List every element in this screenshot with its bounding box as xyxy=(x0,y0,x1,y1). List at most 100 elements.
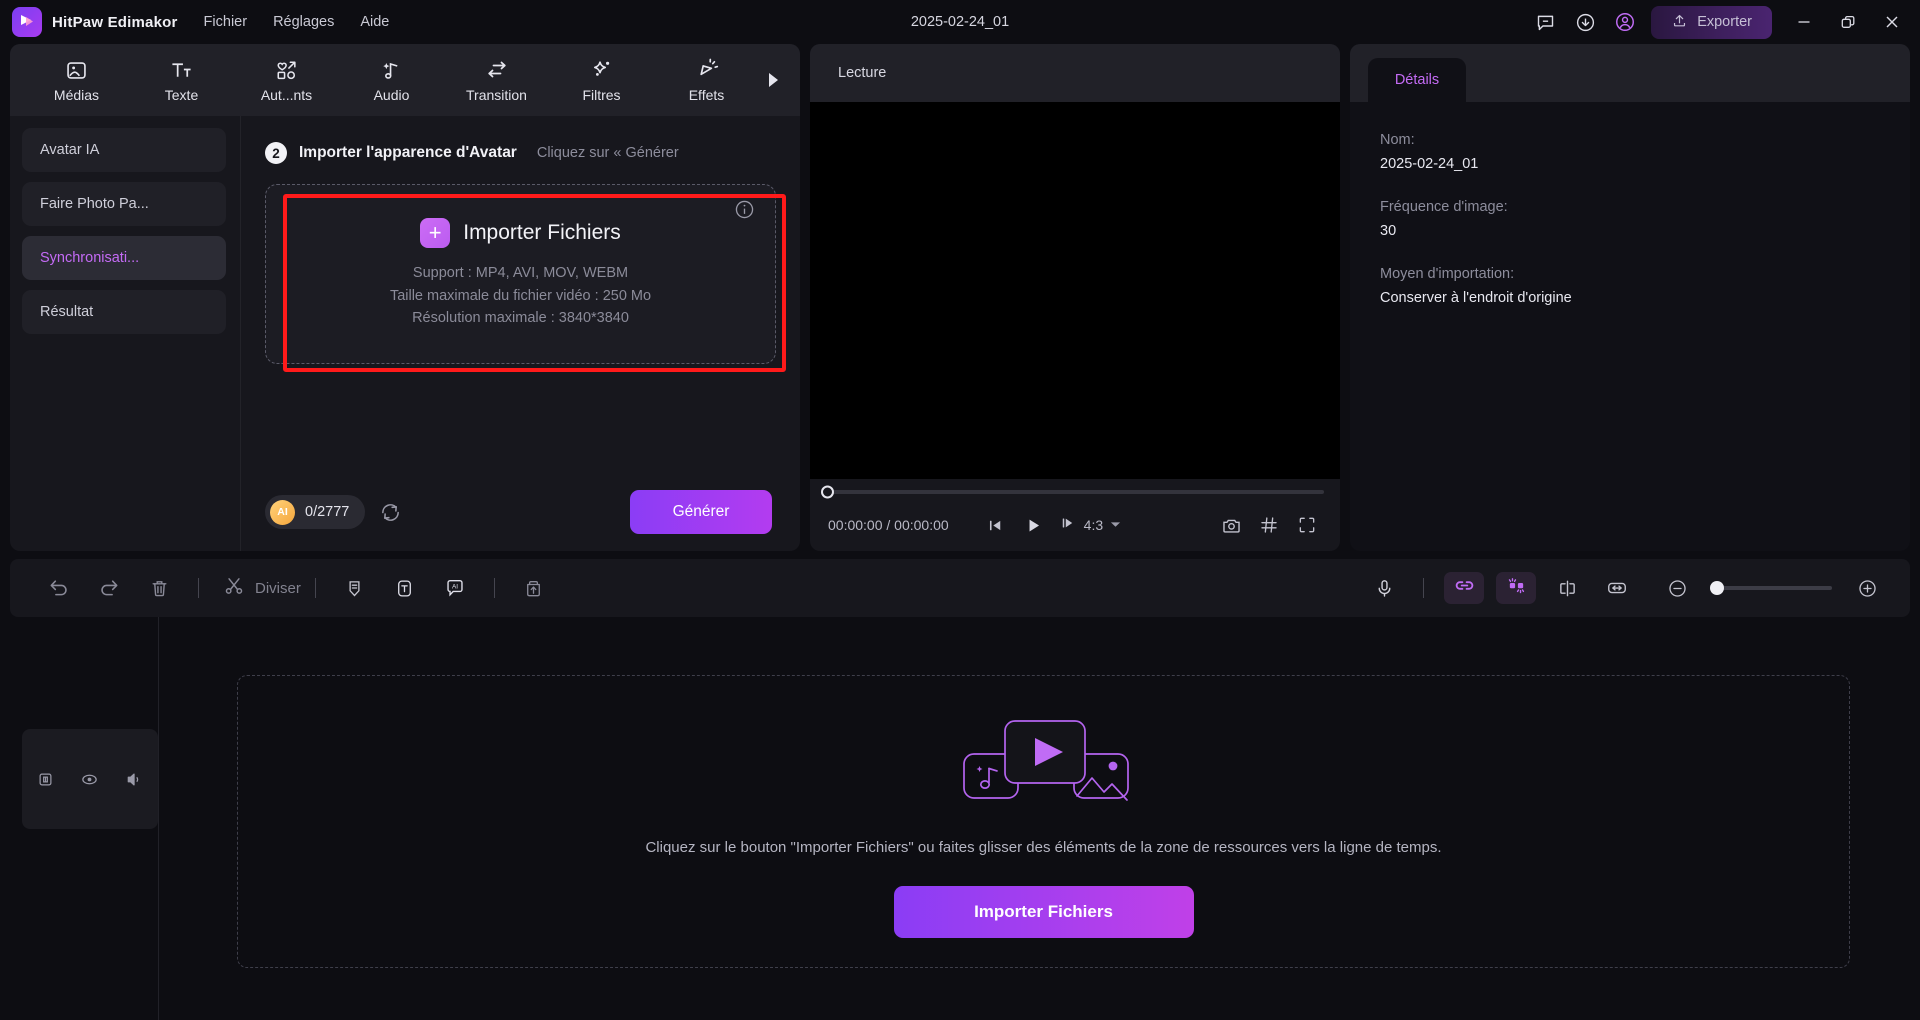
crop-icon[interactable] xyxy=(1542,568,1592,608)
close-button[interactable] xyxy=(1870,0,1914,44)
tab-filtres[interactable]: Filtres xyxy=(549,44,654,116)
menu-aide[interactable]: Aide xyxy=(360,14,389,30)
sidebar: Avatar IA Faire Photo Pa... Synchronisat… xyxy=(10,116,240,551)
minimize-button[interactable] xyxy=(1782,0,1826,44)
timeline-empty-text: Cliquez sur le bouton "Importer Fichiers… xyxy=(645,838,1442,856)
tab-effets-label: Effets xyxy=(688,87,725,103)
lock-icon[interactable] xyxy=(37,771,54,788)
upper-region: Médias Texte Aut...nts Audio Transition … xyxy=(0,44,1920,551)
download-icon[interactable] xyxy=(1565,0,1605,44)
generate-bar: AI 0/2777 Générer xyxy=(241,473,800,551)
zoom-out-icon[interactable] xyxy=(1652,568,1702,608)
split-label: Diviser xyxy=(255,579,301,597)
info-icon[interactable] xyxy=(734,199,755,225)
track-header-column xyxy=(10,617,158,1020)
export-button[interactable]: Exporter xyxy=(1651,5,1772,39)
detail-label-framerate: Fréquence d'image: xyxy=(1380,199,1508,215)
tab-medias-label: Médias xyxy=(53,87,100,103)
delete-icon[interactable] xyxy=(134,568,184,608)
tab-elements-label: Aut...nts xyxy=(260,87,313,103)
tab-details[interactable]: Détails xyxy=(1368,58,1466,102)
svg-text:AI: AI xyxy=(452,584,458,591)
menu-fichier[interactable]: Fichier xyxy=(204,14,248,30)
spec-formats: Support : MP4, AVI, MOV, WEBM xyxy=(412,265,629,282)
import-files-trigger[interactable]: + Importer Fichiers xyxy=(420,218,621,249)
redo-icon[interactable] xyxy=(84,568,134,608)
split-icon xyxy=(223,575,245,602)
zoom-in-icon[interactable] xyxy=(1842,568,1892,608)
text-box-icon[interactable] xyxy=(380,568,430,608)
transition-icon xyxy=(485,57,509,83)
snapshot-icon[interactable] xyxy=(1212,508,1250,542)
tab-audio[interactable]: Audio xyxy=(339,44,444,116)
timeline-empty-state: Cliquez sur le bouton "Importer Fichiers… xyxy=(237,675,1850,968)
drop-zone-wrapper: + Importer Fichiers Support : MP4, AVI, … xyxy=(265,184,786,372)
tab-effets[interactable]: Effets xyxy=(654,44,759,116)
preview-progress-slider[interactable] xyxy=(821,485,1324,499)
preview-time-display: 00:00:00 / 00:00:00 xyxy=(828,517,949,533)
step-header: 2 Importer l'apparence d'Avatar Cliquez … xyxy=(241,116,800,164)
restore-button[interactable] xyxy=(1826,0,1870,44)
play-icon[interactable] xyxy=(1015,508,1053,542)
details-body: Nom: 2025-02-24_01 Fréquence d'image: 30… xyxy=(1350,102,1910,333)
feedback-icon[interactable] xyxy=(1525,0,1565,44)
sidebar-item-label: Résultat xyxy=(40,304,94,320)
details-panel: Détails Nom: 2025-02-24_01 Fréquence d'i… xyxy=(1350,44,1910,551)
step-number-badge: 2 xyxy=(265,142,287,164)
eye-icon[interactable] xyxy=(80,770,99,789)
zoom-control xyxy=(1652,568,1892,608)
tab-lecture[interactable]: Lecture xyxy=(838,65,886,81)
export-clip-icon[interactable] xyxy=(509,568,559,608)
sidebar-item-avatar-ia[interactable]: Avatar IA xyxy=(22,128,226,172)
link-toggle[interactable] xyxy=(1444,572,1484,604)
timeline-import-button[interactable]: Importer Fichiers xyxy=(893,885,1194,938)
account-icon[interactable] xyxy=(1605,0,1645,44)
import-files-label: Importer Fichiers xyxy=(463,221,621,245)
sidebar-item-faire-photo[interactable]: Faire Photo Pa... xyxy=(22,182,226,226)
fullscreen-icon[interactable] xyxy=(1288,508,1326,542)
sidebar-item-synchronisation[interactable]: Synchronisati... xyxy=(22,236,226,280)
app-logo-icon xyxy=(12,7,42,37)
preview-progress-handle[interactable] xyxy=(821,485,834,499)
zoom-slider[interactable] xyxy=(1710,581,1832,595)
preview-controls: 00:00:00 / 00:00:00 4:3 xyxy=(810,505,1340,551)
tab-transition[interactable]: Transition xyxy=(444,44,549,116)
generate-button[interactable]: Générer xyxy=(630,490,772,534)
details-tabbar: Détails xyxy=(1350,44,1910,102)
mask-toggle[interactable] xyxy=(1496,572,1536,604)
undo-icon[interactable] xyxy=(34,568,84,608)
tool-tabs-next-icon[interactable] xyxy=(760,44,786,116)
video-stage[interactable] xyxy=(810,102,1340,479)
toolbar-divider xyxy=(1423,578,1424,598)
marker-icon[interactable] xyxy=(330,568,380,608)
token-counter: AI 0/2777 xyxy=(265,495,366,529)
spec-max-resolution: Résolution maximale : 3840*3840 xyxy=(412,310,629,327)
menu-reglages[interactable]: Réglages xyxy=(273,14,334,30)
prev-frame-icon[interactable] xyxy=(977,508,1015,542)
tool-tabs: Médias Texte Aut...nts Audio Transition … xyxy=(10,44,800,116)
detail-value-nom: 2025-02-24_01 xyxy=(1380,156,1479,172)
filters-icon xyxy=(590,57,614,83)
tab-texte[interactable]: Texte xyxy=(129,44,234,116)
import-drop-zone[interactable]: + Importer Fichiers Support : MP4, AVI, … xyxy=(265,184,776,364)
preview-progress-row xyxy=(810,479,1340,505)
effects-icon xyxy=(695,57,719,83)
aspect-ratio-selector[interactable]: 4:3 xyxy=(1059,514,1121,537)
microphone-icon[interactable] xyxy=(1359,568,1409,608)
audio-icon xyxy=(380,57,403,83)
track-area[interactable]: Cliquez sur le bouton "Importer Fichiers… xyxy=(158,617,1910,1020)
ai-caption-icon[interactable]: AI xyxy=(430,568,480,608)
tab-medias[interactable]: Médias xyxy=(24,44,129,116)
split-button[interactable]: Diviser xyxy=(223,575,301,602)
zoom-slider-handle[interactable] xyxy=(1710,581,1724,595)
export-label: Exporter xyxy=(1697,14,1752,30)
grid-icon[interactable] xyxy=(1250,508,1288,542)
timeline-toolbar: Diviser AI xyxy=(10,559,1910,617)
text-icon xyxy=(170,57,193,83)
refresh-icon[interactable] xyxy=(379,501,402,524)
tab-elements[interactable]: Aut...nts xyxy=(234,44,339,116)
sidebar-item-resultat[interactable]: Résultat xyxy=(22,290,226,334)
track-controls xyxy=(22,729,158,829)
fit-icon[interactable] xyxy=(1592,568,1642,608)
volume-icon[interactable] xyxy=(125,770,144,789)
